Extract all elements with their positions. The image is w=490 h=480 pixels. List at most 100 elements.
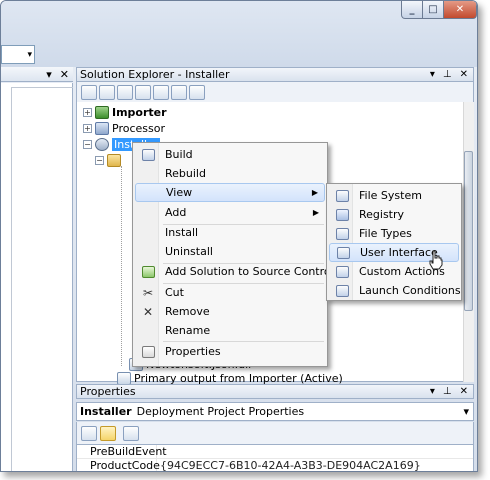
maximize-icon: □ [428, 4, 438, 15]
file-system-editor-icon[interactable] [99, 84, 115, 100]
menu-item-registry[interactable]: Registry [329, 205, 459, 224]
menu-item-label: File Types [359, 227, 412, 240]
menu-item-label: Rebuild [165, 167, 206, 180]
remove-icon: ✕ [142, 304, 154, 319]
output-icon [117, 371, 131, 385]
left-document-pane [1, 83, 73, 471]
pane-close-icon[interactable]: ✕ [60, 68, 69, 81]
document-area [11, 87, 73, 471]
registry-icon [335, 208, 349, 221]
tree-item-label: Importer [112, 105, 167, 119]
menu-item-label: Properties [165, 345, 221, 358]
hand-cursor-icon [429, 250, 443, 270]
cut-icon: ✂ [142, 285, 154, 300]
custom-actions-editor-icon[interactable] [171, 84, 187, 100]
properties-toolbar-icon[interactable] [81, 84, 97, 100]
menu-item-file-system[interactable]: File System [329, 186, 459, 205]
pin-icon[interactable]: ⊥ [443, 386, 452, 397]
minimize-icon: _ [409, 4, 415, 15]
custom-actions-icon [335, 265, 349, 278]
menu-item-build[interactable]: Build [135, 145, 325, 164]
menu-item-uninstall[interactable]: Uninstall [135, 242, 325, 261]
pane-close-icon[interactable]: ✕ [460, 386, 468, 397]
property-row[interactable]: ProductCode {94C9ECC7-6B10-42A4-A3B3-DE9… [77, 458, 473, 471]
categorized-icon[interactable] [81, 425, 97, 441]
properties-icon [141, 345, 155, 358]
menu-item-rebuild[interactable]: Rebuild [135, 164, 325, 183]
chevron-down-icon: ▾ [27, 49, 32, 60]
context-menu: Build Rebuild View ▶ Add ▶ Install Unins… [132, 142, 344, 367]
properties-title-bar: Properties ▾ ⊥ ✕ [76, 384, 474, 399]
left-pane-header: ▾ ✕ [1, 67, 73, 82]
properties-title: Properties [80, 385, 136, 398]
pane-menu-icon[interactable]: ▾ [46, 68, 52, 81]
pin-icon[interactable]: ⊥ [443, 69, 452, 80]
menu-item-add[interactable]: Add ▶ [135, 203, 325, 222]
menu-item-properties[interactable]: Properties [135, 342, 325, 361]
expand-icon[interactable]: + [83, 123, 92, 133]
menu-item-rename[interactable]: Rename [135, 321, 325, 340]
tree-item-processor[interactable]: + Processor [83, 120, 167, 136]
csharp-project-icon [95, 121, 109, 135]
close-icon: ✕ [455, 4, 465, 15]
menu-item-add-to-source-control[interactable]: Add Solution to Source Control... [135, 262, 344, 281]
build-icon [141, 148, 155, 161]
minimize-button[interactable]: _ [401, 1, 423, 19]
window-position-icon[interactable]: ▾ [430, 386, 435, 397]
property-key: ProductCode [77, 458, 160, 471]
folder-icon [107, 153, 121, 167]
collapse-icon[interactable]: − [83, 139, 92, 149]
tree-scrollbar-thumb[interactable] [464, 151, 473, 311]
properties-object-select[interactable]: Installer Deployment Project Properties … [76, 402, 474, 421]
toolbar-dropdown[interactable]: ▾ [1, 45, 35, 64]
alphabetical-icon[interactable] [100, 425, 116, 441]
solution-explorer-title: Solution Explorer - Installer [80, 68, 230, 81]
menu-item-label: Launch Conditions [359, 284, 461, 297]
menu-item-label: User Interface [360, 246, 438, 259]
file-types-editor-icon[interactable] [135, 84, 151, 100]
tree-item-importer[interactable]: + Importer [83, 104, 167, 120]
maximize-button[interactable]: □ [422, 1, 444, 19]
property-pages-icon[interactable] [123, 425, 139, 441]
property-key: PreBuildEvent [77, 444, 167, 459]
source-control-icon [141, 265, 155, 278]
solution-explorer-toolbar [76, 82, 474, 102]
solution-explorer-title-bar: Solution Explorer - Installer ▾ ⊥ ✕ [76, 67, 474, 82]
menu-item-remove[interactable]: ✕ Remove [135, 302, 325, 321]
menu-item-label: Add Solution to Source Control... [165, 265, 345, 278]
registry-editor-icon[interactable] [117, 84, 133, 100]
object-name: Installer [80, 405, 132, 418]
menu-item-label: Add [165, 206, 187, 219]
launch-conditions-editor-icon[interactable] [189, 84, 205, 100]
window-position-icon[interactable]: ▾ [430, 69, 435, 80]
launch-conditions-icon [335, 284, 349, 297]
submenu-arrow-icon: ▶ [312, 208, 319, 217]
setup-project-icon [95, 137, 109, 151]
file-types-icon [335, 227, 349, 240]
menu-item-label: Install [165, 226, 199, 239]
tree-item-label: Primary output from Importer (Active) [134, 371, 343, 385]
pane-close-icon[interactable]: ✕ [460, 69, 468, 80]
close-button[interactable]: ✕ [443, 1, 477, 19]
menu-item-label: Registry [359, 208, 405, 221]
menu-item-label: Build [165, 148, 193, 161]
menu-item-file-types[interactable]: File Types [329, 224, 459, 243]
property-value[interactable]: {94C9ECC7-6B10-42A4-A3B3-DE904AC2A169} [157, 459, 421, 471]
tree-guide-line [121, 166, 122, 366]
menu-item-launch-conditions[interactable]: Launch Conditions [329, 281, 461, 300]
tree-item-label: Processor [112, 121, 165, 135]
menu-item-label: Remove [165, 305, 210, 318]
menu-item-label: View [166, 186, 193, 199]
view-submenu: File System Registry File Types User Int… [326, 183, 462, 301]
object-type: Deployment Project Properties [136, 405, 305, 418]
property-row[interactable]: PreBuildEvent [77, 444, 473, 459]
user-interface-editor-icon[interactable] [153, 84, 169, 100]
menu-item-label: Uninstall [165, 245, 213, 258]
menu-item-view[interactable]: View ▶ [135, 183, 325, 202]
expand-icon[interactable]: + [83, 107, 92, 117]
menu-item-install[interactable]: Install [135, 223, 325, 242]
collapse-icon[interactable]: − [95, 155, 104, 165]
user-interface-icon [336, 246, 350, 259]
menu-item-cut[interactable]: ✂ Cut [135, 283, 325, 302]
property-grid: PreBuildEvent ProductCode {94C9ECC7-6B10… [76, 444, 474, 471]
